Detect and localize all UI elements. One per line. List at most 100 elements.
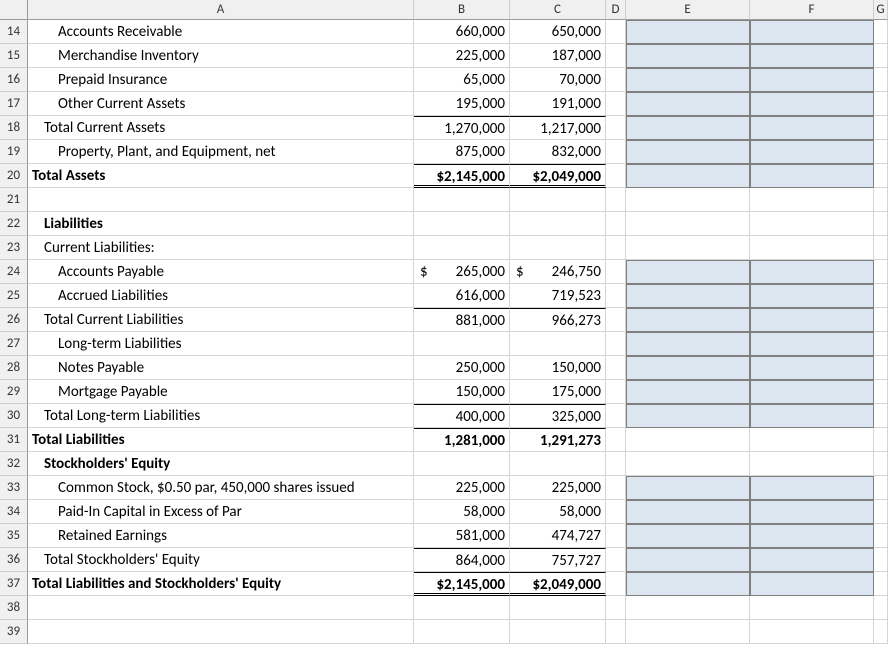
cell-g19[interactable]	[874, 140, 888, 164]
cell-c23[interactable]	[510, 236, 606, 260]
cell-c35[interactable]: 474,727	[510, 524, 606, 548]
cell-a19[interactable]: Property, Plant, and Equipment, net	[28, 140, 414, 164]
cell-c16[interactable]: 70,000	[510, 68, 606, 92]
cell-c25[interactable]: 719,523	[510, 284, 606, 308]
cell-g15[interactable]	[874, 44, 888, 68]
cell-b26[interactable]: 881,000	[414, 308, 510, 332]
cell-d30[interactable]	[606, 404, 626, 428]
cell-b30[interactable]: 400,000	[414, 404, 510, 428]
cell-d17[interactable]	[606, 92, 626, 116]
cell-e28[interactable]	[626, 356, 750, 380]
cell-d21[interactable]	[606, 188, 626, 212]
cell-f29[interactable]	[750, 380, 874, 404]
cell-c34[interactable]: 58,000	[510, 500, 606, 524]
cell-c32[interactable]	[510, 452, 606, 476]
row-header-31[interactable]: 31	[0, 428, 28, 452]
cell-a18[interactable]: Total Current Assets	[28, 116, 414, 140]
cell-c20[interactable]: $2,049,000	[510, 164, 606, 188]
cell-c30[interactable]: 325,000	[510, 404, 606, 428]
cell-b37[interactable]: $2,145,000	[414, 572, 510, 596]
cell-e32[interactable]	[626, 452, 750, 476]
cell-a30[interactable]: Total Long-term Liabilities	[28, 404, 414, 428]
cell-e21[interactable]	[626, 188, 750, 212]
cell-d33[interactable]	[606, 476, 626, 500]
cell-a27[interactable]: Long-term Liabilities	[28, 332, 414, 356]
cell-g36[interactable]	[874, 548, 888, 572]
row-header-38[interactable]: 38	[0, 596, 28, 620]
cell-e14[interactable]	[626, 20, 750, 44]
cell-f17[interactable]	[750, 92, 874, 116]
cell-f14[interactable]	[750, 20, 874, 44]
cell-b22[interactable]	[414, 212, 510, 236]
cell-d24[interactable]	[606, 260, 626, 284]
cell-b21[interactable]	[414, 188, 510, 212]
row-header-33[interactable]: 33	[0, 476, 28, 500]
cell-b18[interactable]: 1,270,000	[414, 116, 510, 140]
cell-e38[interactable]	[626, 596, 750, 620]
row-header-19[interactable]: 19	[0, 140, 28, 164]
cell-e35[interactable]	[626, 524, 750, 548]
cell-a28[interactable]: Notes Payable	[28, 356, 414, 380]
row-header-21[interactable]: 21	[0, 188, 28, 212]
cell-e36[interactable]	[626, 548, 750, 572]
cell-f26[interactable]	[750, 308, 874, 332]
row-header-22[interactable]: 22	[0, 212, 28, 236]
cell-f24[interactable]	[750, 260, 874, 284]
cell-g37[interactable]	[874, 572, 888, 596]
cell-c36[interactable]: 757,727	[510, 548, 606, 572]
cell-a16[interactable]: Prepaid Insurance	[28, 68, 414, 92]
row-header-39[interactable]: 39	[0, 620, 28, 644]
cell-e39[interactable]	[626, 620, 750, 644]
cell-d26[interactable]	[606, 308, 626, 332]
cell-g29[interactable]	[874, 380, 888, 404]
col-header-e[interactable]: E	[626, 0, 750, 20]
cell-c15[interactable]: 187,000	[510, 44, 606, 68]
row-header-17[interactable]: 17	[0, 92, 28, 116]
cell-e29[interactable]	[626, 380, 750, 404]
cell-e17[interactable]	[626, 92, 750, 116]
row-header-18[interactable]: 18	[0, 116, 28, 140]
cell-f20[interactable]	[750, 164, 874, 188]
cell-a22[interactable]: Liabilities	[28, 212, 414, 236]
cell-a33[interactable]: Common Stock, $0.50 par, 450,000 shares …	[28, 476, 414, 500]
row-header-27[interactable]: 27	[0, 332, 28, 356]
cell-g23[interactable]	[874, 236, 888, 260]
cell-b17[interactable]: 195,000	[414, 92, 510, 116]
cell-f38[interactable]	[750, 596, 874, 620]
cell-g18[interactable]	[874, 116, 888, 140]
cell-e27[interactable]	[626, 332, 750, 356]
cell-f18[interactable]	[750, 116, 874, 140]
row-header-34[interactable]: 34	[0, 500, 28, 524]
cell-d20[interactable]	[606, 164, 626, 188]
cell-e20[interactable]	[626, 164, 750, 188]
cell-g20[interactable]	[874, 164, 888, 188]
cell-f15[interactable]	[750, 44, 874, 68]
cell-f25[interactable]	[750, 284, 874, 308]
cell-c31[interactable]: 1,291,273	[510, 428, 606, 452]
cell-g26[interactable]	[874, 308, 888, 332]
cell-c21[interactable]	[510, 188, 606, 212]
cell-f35[interactable]	[750, 524, 874, 548]
cell-a21[interactable]	[28, 188, 414, 212]
cell-d22[interactable]	[606, 212, 626, 236]
row-header-24[interactable]: 24	[0, 260, 28, 284]
cell-f36[interactable]	[750, 548, 874, 572]
cell-b29[interactable]: 150,000	[414, 380, 510, 404]
cell-b34[interactable]: 58,000	[414, 500, 510, 524]
cell-g17[interactable]	[874, 92, 888, 116]
cell-d38[interactable]	[606, 596, 626, 620]
row-header-29[interactable]: 29	[0, 380, 28, 404]
cell-g32[interactable]	[874, 452, 888, 476]
cell-b24[interactable]: $265,000	[414, 260, 510, 284]
cell-d27[interactable]	[606, 332, 626, 356]
col-header-a[interactable]: A	[28, 0, 414, 20]
cell-c26[interactable]: 966,273	[510, 308, 606, 332]
cell-d34[interactable]	[606, 500, 626, 524]
cell-g25[interactable]	[874, 284, 888, 308]
cell-e30[interactable]	[626, 404, 750, 428]
cell-a20[interactable]: Total Assets	[28, 164, 414, 188]
cell-a32[interactable]: Stockholders' Equity	[28, 452, 414, 476]
cell-b19[interactable]: 875,000	[414, 140, 510, 164]
cell-b16[interactable]: 65,000	[414, 68, 510, 92]
cell-d16[interactable]	[606, 68, 626, 92]
